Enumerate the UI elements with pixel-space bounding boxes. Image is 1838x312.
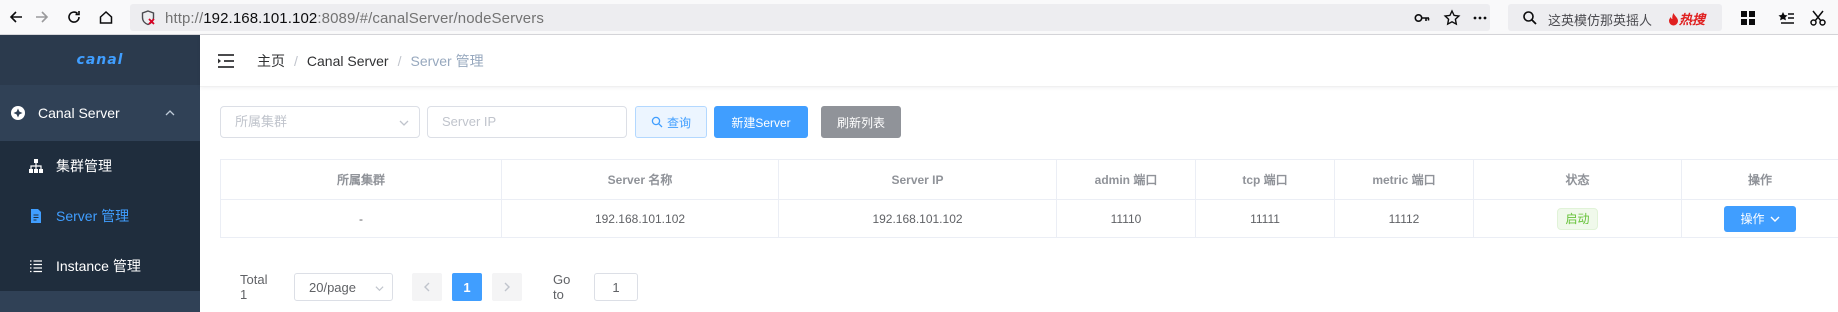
document-icon bbox=[31, 209, 41, 223]
table-header-row: 所属集群 Server 名称 Server IP admin 端口 tcp 端口… bbox=[221, 160, 1838, 200]
cluster-select-placeholder: 所属集群 bbox=[235, 114, 288, 129]
cell-tcp-port: 11111 bbox=[1196, 200, 1335, 237]
breadcrumb-canal-server[interactable]: Canal Server bbox=[307, 53, 389, 69]
search-button[interactable]: 查询 bbox=[635, 106, 707, 138]
browser-toolbar: http://192.168.101.102:8089/#/canalServe… bbox=[0, 0, 1838, 35]
main-content: 主页 / Canal Server / Server 管理 所属集群 Serve… bbox=[200, 35, 1838, 312]
column-header: Server IP bbox=[779, 160, 1057, 199]
list-icon bbox=[30, 260, 42, 273]
chevron-down-icon bbox=[1770, 216, 1779, 222]
screenshot-scissors-icon[interactable] bbox=[1806, 6, 1830, 30]
flame-icon bbox=[1669, 13, 1678, 26]
page-number-current[interactable]: 1 bbox=[452, 273, 482, 301]
new-server-button[interactable]: 新建Server bbox=[714, 106, 808, 138]
search-suggestion-text: 这英模仿那英摇人 bbox=[1548, 13, 1653, 28]
chevron-up-icon bbox=[165, 110, 175, 116]
sidebar-item-instance[interactable]: Instance 管理 bbox=[0, 241, 200, 291]
search-icon bbox=[1520, 8, 1540, 28]
refresh-list-label: 刷新列表 bbox=[836, 115, 885, 130]
refresh-list-button[interactable]: 刷新列表 bbox=[821, 106, 901, 138]
chevron-left-icon bbox=[424, 282, 430, 292]
hot-search-badge: 热搜 bbox=[1668, 9, 1705, 28]
sidebar-item-cluster[interactable]: 集群管理 bbox=[0, 141, 200, 191]
breadcrumb-home[interactable]: 主页 bbox=[257, 51, 285, 71]
logo-area: canal bbox=[0, 35, 200, 85]
goto-page-input[interactable]: 1 bbox=[594, 273, 638, 301]
url-host: 192.168.101.102 bbox=[203, 10, 318, 27]
cell-server-ip: 192.168.101.102 bbox=[779, 200, 1057, 237]
home-icon[interactable] bbox=[94, 5, 118, 29]
server-ip-placeholder: Server IP bbox=[442, 114, 497, 129]
logo: canal bbox=[76, 52, 124, 68]
cluster-select[interactable]: 所属集群 bbox=[220, 106, 420, 138]
status-badge: 启动 bbox=[1557, 207, 1598, 230]
prev-page-button[interactable] bbox=[412, 273, 442, 301]
column-header: 操作 bbox=[1747, 173, 1772, 187]
search-button-label: 查询 bbox=[666, 115, 691, 130]
more-actions-icon[interactable] bbox=[1470, 8, 1490, 28]
apps-grid-icon[interactable] bbox=[1736, 6, 1760, 30]
forward-icon[interactable] bbox=[30, 5, 54, 29]
sidebar: canal Canal Server 集群管理 Server 管理 Instan… bbox=[0, 35, 200, 312]
next-page-button[interactable] bbox=[492, 273, 522, 301]
breadcrumb-separator: / bbox=[294, 52, 298, 69]
sitemap-icon bbox=[29, 159, 43, 173]
hamburger-icon[interactable] bbox=[215, 50, 237, 72]
column-header: 所属集群 bbox=[221, 160, 502, 199]
url-text: http://192.168.101.102:8089/#/canalServe… bbox=[165, 10, 544, 27]
breadcrumb-separator: / bbox=[397, 52, 402, 69]
url-prefix: http:// bbox=[165, 10, 204, 27]
page-size-select[interactable]: 20/page bbox=[294, 273, 393, 301]
reload-icon[interactable] bbox=[62, 5, 86, 29]
column-header: admin 端口 bbox=[1057, 160, 1196, 199]
chevron-down-icon bbox=[399, 120, 409, 126]
new-server-label: 新建Server bbox=[731, 115, 791, 130]
cell-metric-port: 11112 bbox=[1335, 200, 1474, 237]
sidebar-item-server[interactable]: Server 管理 bbox=[0, 191, 200, 241]
key-icon[interactable] bbox=[1412, 8, 1432, 28]
sidebar-item-label: 集群管理 bbox=[56, 158, 112, 174]
column-header: Server 名称 bbox=[502, 160, 779, 199]
cell-admin-port: 11110 bbox=[1057, 200, 1196, 237]
cell-cluster: - bbox=[221, 200, 502, 237]
reading-list-icon[interactable] bbox=[1774, 6, 1798, 30]
address-bar[interactable]: http://192.168.101.102:8089/#/canalServe… bbox=[130, 4, 1490, 31]
cell-status: 启动 bbox=[1474, 200, 1682, 237]
server-table: 所属集群 Server 名称 Server IP admin 端口 tcp 端口… bbox=[220, 159, 1838, 238]
magnifier-icon bbox=[651, 116, 663, 128]
cell-actions: 操作 bbox=[1682, 200, 1838, 237]
sidebar-submenu: 集群管理 Server 管理 Instance 管理 bbox=[0, 141, 200, 291]
pagination-total: Total 1 bbox=[240, 272, 268, 302]
goto-label: Go to bbox=[553, 272, 571, 302]
compass-icon bbox=[11, 106, 25, 120]
breadcrumb-current: Server 管理 bbox=[410, 52, 484, 69]
browser-search-bar[interactable]: 这英模仿那英摇人 热搜 bbox=[1508, 4, 1722, 31]
hot-search-label: 热搜 bbox=[1679, 12, 1706, 27]
chevron-right-icon bbox=[504, 282, 510, 292]
sidebar-parent-label: Canal Server bbox=[38, 105, 120, 121]
page-size-value: 20/page bbox=[309, 279, 356, 295]
cell-server-name: 192.168.101.102 bbox=[502, 200, 779, 237]
column-header: tcp 端口 bbox=[1196, 160, 1335, 199]
navbar: 主页 / Canal Server / Server 管理 bbox=[200, 35, 1838, 87]
column-header: 状态 bbox=[1474, 160, 1682, 199]
sidebar-menu-canal-server[interactable]: Canal Server bbox=[0, 85, 200, 141]
sidebar-item-label: Instance 管理 bbox=[56, 258, 141, 274]
back-icon[interactable] bbox=[4, 5, 28, 29]
operations-label: 操作 bbox=[1740, 212, 1765, 226]
operations-dropdown-button[interactable]: 操作 bbox=[1724, 205, 1796, 232]
url-path: :8089/#/canalServer/nodeServers bbox=[317, 10, 544, 27]
table-row: - 192.168.101.102 192.168.101.102 11110 … bbox=[221, 200, 1838, 238]
sidebar-item-label: Server 管理 bbox=[56, 208, 130, 224]
bookmark-star-icon[interactable] bbox=[1442, 8, 1462, 28]
insecure-connection-icon[interactable] bbox=[138, 8, 158, 28]
breadcrumb: 主页 / Canal Server / Server 管理 bbox=[257, 51, 484, 71]
server-ip-input[interactable]: Server IP bbox=[427, 106, 627, 138]
chevron-down-icon bbox=[375, 286, 384, 292]
column-header: metric 端口 bbox=[1335, 160, 1474, 199]
